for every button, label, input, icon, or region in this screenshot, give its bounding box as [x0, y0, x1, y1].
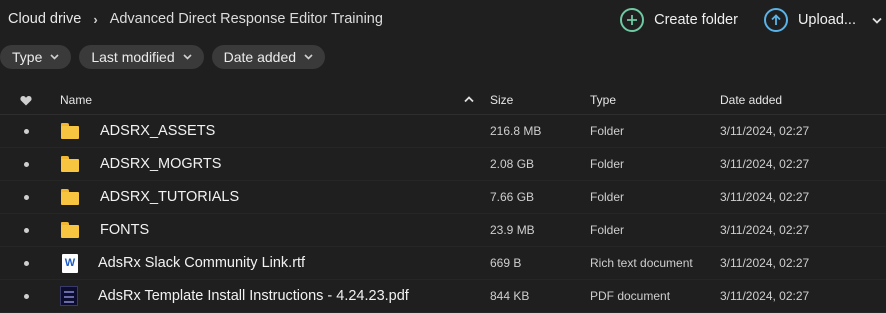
size-column-header[interactable]: Size — [490, 93, 590, 107]
file-type: Rich text document — [590, 256, 693, 270]
file-size: 7.66 GB — [490, 190, 535, 204]
chevron-down-icon[interactable] — [872, 13, 882, 27]
file-name: AdsRx Slack Community Link.rtf — [98, 255, 306, 271]
file-type: Folder — [590, 124, 625, 138]
folder-icon — [60, 187, 80, 207]
file-type: Folder — [590, 190, 625, 204]
table-row[interactable]: ADSRX_MOGRTS 2.08 GB Folder 3/11/2024, 0… — [0, 148, 886, 181]
row-marker-icon — [23, 260, 29, 266]
row-marker-icon — [23, 128, 29, 134]
filter-last-modified[interactable]: Last modified — [79, 45, 204, 69]
file-size: 2.08 GB — [490, 157, 535, 171]
file-size: 23.9 MB — [490, 223, 535, 237]
file-date-added: 3/11/2024, 02:27 — [720, 289, 810, 303]
filter-date-added-label: Date added — [223, 49, 297, 65]
table-row[interactable]: W AdsRx Slack Community Link.rtf 669 B R… — [0, 247, 886, 280]
table-row[interactable]: AdsRx Template Install Instructions - 4.… — [0, 280, 886, 313]
folder-icon — [60, 154, 80, 174]
row-marker-icon — [23, 227, 29, 233]
create-folder-label: Create folder — [654, 12, 738, 28]
file-type: PDF document — [590, 289, 671, 303]
type-column-header[interactable]: Type — [590, 93, 720, 107]
top-bar: Cloud drive › Advanced Direct Response E… — [0, 0, 886, 69]
file-type: Folder — [590, 223, 625, 237]
filter-type[interactable]: Type — [0, 45, 72, 69]
name-header-label: Name — [60, 93, 93, 107]
chevron-down-icon — [304, 52, 313, 63]
breadcrumb-separator-icon: › — [93, 11, 98, 27]
file-name: ADSRX_MOGRTS — [100, 156, 222, 172]
table-row[interactable]: ADSRX_TUTORIALS 7.66 GB Folder 3/11/2024… — [0, 181, 886, 214]
file-date-added: 3/11/2024, 02:27 — [720, 190, 810, 204]
pdf-thumbnail-icon — [60, 286, 78, 306]
row-marker-icon — [23, 293, 29, 299]
file-table: Name Size Type Date added ADSRX_ASSETS 2… — [0, 86, 886, 313]
folder-icon — [60, 121, 80, 141]
filter-type-label: Type — [12, 49, 43, 65]
file-size: 216.8 MB — [490, 124, 542, 138]
file-size: 844 KB — [490, 289, 530, 303]
filter-last-modified-label: Last modified — [91, 49, 175, 65]
file-size: 669 B — [490, 256, 522, 270]
breadcrumb-current: Advanced Direct Response Editor Training — [109, 11, 383, 27]
table-header: Name Size Type Date added — [0, 86, 886, 115]
chevron-down-icon — [50, 52, 59, 63]
file-type: Folder — [590, 157, 625, 171]
file-date-added: 3/11/2024, 02:27 — [720, 124, 810, 138]
file-name: FONTS — [100, 222, 150, 238]
heart-icon — [20, 95, 32, 105]
favourite-column-header[interactable] — [0, 95, 52, 106]
table-row[interactable]: FONTS 23.9 MB Folder 3/11/2024, 02:27 — [0, 214, 886, 247]
breadcrumb-root[interactable]: Cloud drive — [8, 11, 81, 27]
date-added-column-header[interactable]: Date added — [720, 93, 880, 107]
filter-bar: Type Last modified Date added — [0, 45, 326, 69]
folder-icon — [60, 220, 80, 240]
row-marker-icon — [23, 161, 29, 167]
file-date-added: 3/11/2024, 02:27 — [720, 256, 810, 270]
upload-button[interactable]: Upload... — [763, 8, 886, 32]
filter-date-added[interactable]: Date added — [211, 45, 326, 69]
chevron-down-icon — [183, 52, 192, 63]
file-date-added: 3/11/2024, 02:27 — [720, 223, 810, 237]
file-name: ADSRX_TUTORIALS — [100, 189, 240, 205]
file-date-added: 3/11/2024, 02:27 — [720, 157, 810, 171]
plus-circle-icon — [620, 8, 645, 32]
toolbar-actions: Create folder Upload... — [594, 8, 886, 32]
file-name: ADSRX_ASSETS — [100, 123, 216, 139]
table-row[interactable]: ADSRX_ASSETS 216.8 MB Folder 3/11/2024, … — [0, 115, 886, 148]
file-name: AdsRx Template Install Instructions - 4.… — [98, 288, 409, 304]
name-column-header[interactable]: Name — [52, 93, 490, 107]
row-marker-icon — [23, 194, 29, 200]
upload-arrow-icon — [763, 8, 788, 32]
create-folder-button[interactable]: Create folder — [620, 8, 738, 32]
word-document-icon: W — [62, 253, 78, 273]
sort-up-icon[interactable] — [464, 95, 474, 106]
breadcrumb: Cloud drive › Advanced Direct Response E… — [8, 11, 383, 27]
upload-label: Upload... — [797, 12, 856, 28]
